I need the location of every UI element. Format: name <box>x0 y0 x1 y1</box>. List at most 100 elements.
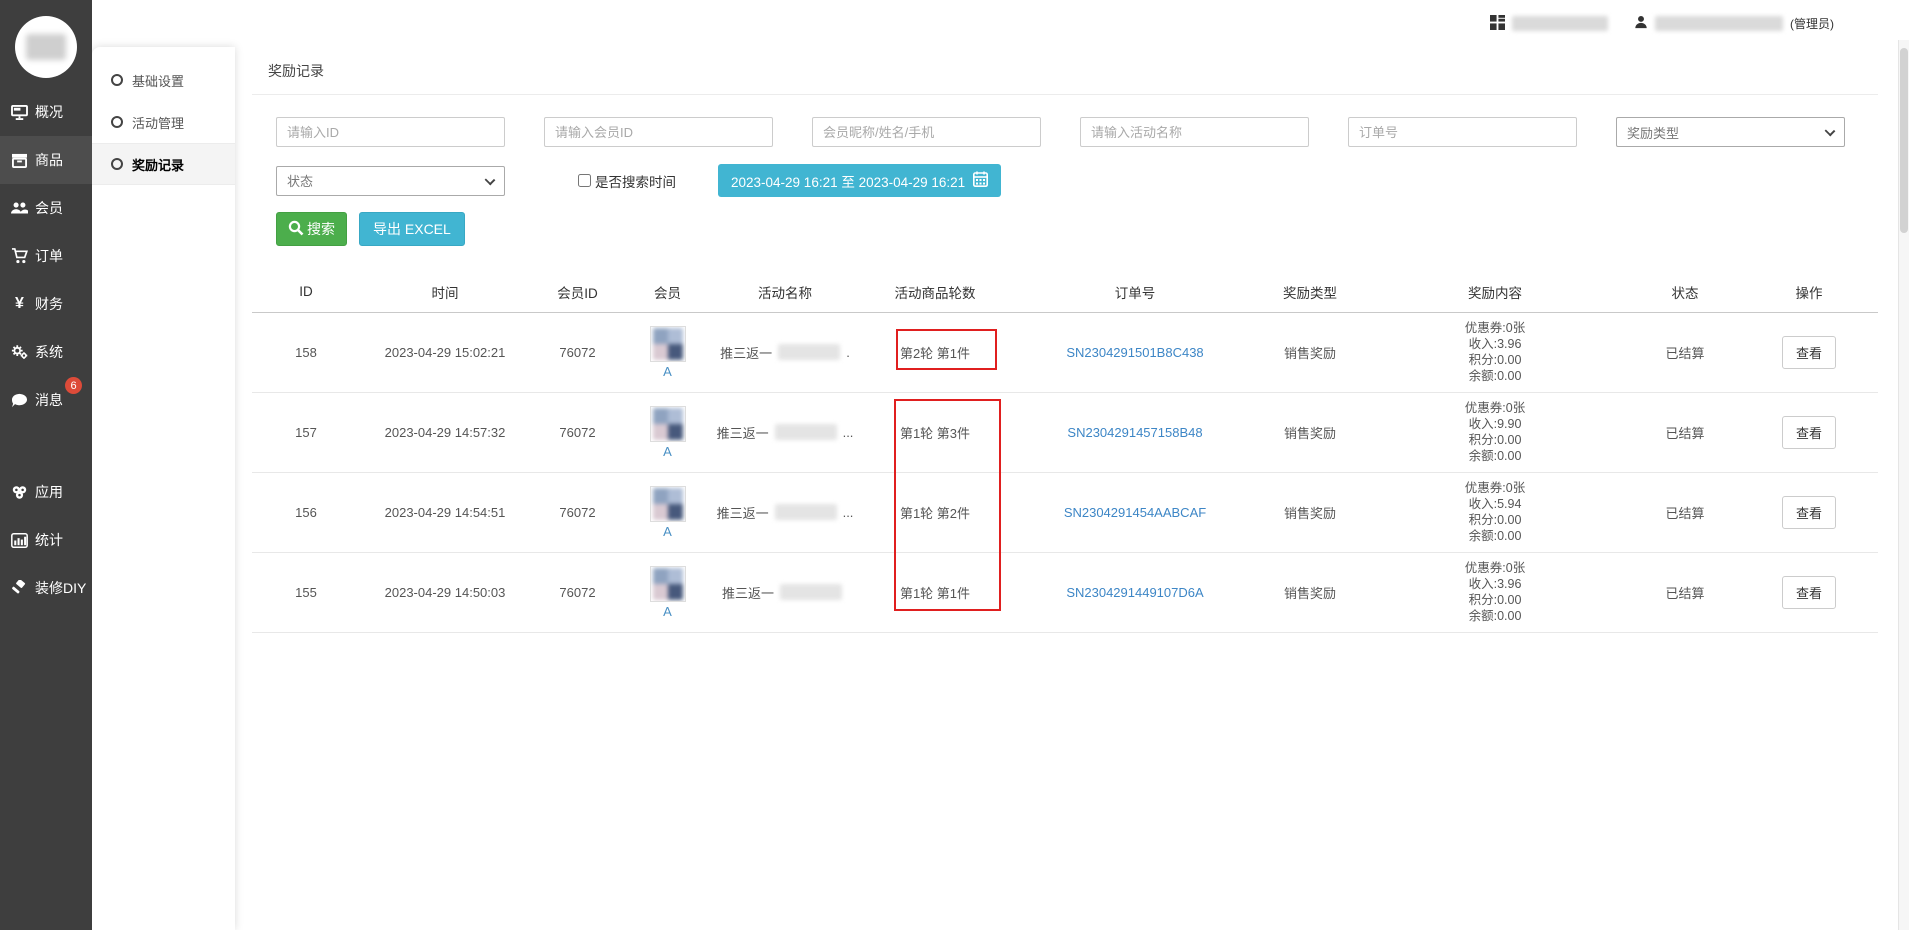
cell-action: 查看 <box>1740 552 1878 632</box>
date-range-text: 2023-04-29 16:21 至 2023-04-29 16:21 <box>731 171 965 191</box>
cell-round: 第1轮 第3件 <box>860 392 1010 472</box>
reward-line: 优惠券:0张 <box>1360 400 1630 416</box>
redacted-avatar-content <box>26 34 66 60</box>
cell-time: 2023-04-29 14:57:32 <box>360 392 530 472</box>
reward-line: 收入:5.94 <box>1360 496 1630 512</box>
view-button[interactable]: 查看 <box>1782 336 1836 369</box>
reward-line: 余额:0.00 <box>1360 368 1630 384</box>
page-scrollbar[interactable] <box>1898 40 1909 930</box>
sidebar-item-6[interactable]: 系统 <box>0 328 92 376</box>
status-select[interactable]: 状态 <box>276 166 505 196</box>
submenu-nav: 基础设置活动管理奖励记录 <box>92 59 235 185</box>
status-select-value: 状态 <box>287 171 313 190</box>
activity-name-suffix: ... <box>843 505 854 520</box>
round-piece-text: 第2轮 第1件 <box>900 346 970 361</box>
redacted-activity-name <box>780 584 842 600</box>
system-icon <box>11 344 28 361</box>
cell-id: 156 <box>252 472 360 552</box>
reward-content-lines: 优惠券:0张收入:5.94积分:0.00余额:0.00 <box>1360 480 1630 544</box>
member-avatar <box>650 566 686 602</box>
order-number-link[interactable]: SN2304291449107D6A <box>1066 585 1203 600</box>
member-level-label: A <box>625 444 710 459</box>
column-header: 活动商品轮数 <box>860 272 1010 312</box>
filter-input-2[interactable] <box>544 117 773 147</box>
order-number-link[interactable]: SN2304291457158B48 <box>1067 425 1202 440</box>
topbar: (管理员) <box>92 0 1909 47</box>
view-button[interactable]: 查看 <box>1782 416 1836 449</box>
sidebar-item-label: 消息 <box>35 390 63 410</box>
export-excel-button[interactable]: 导出 EXCEL <box>359 212 465 246</box>
records-table: ID时间会员ID会员活动名称活动商品轮数订单号奖励类型奖励内容状态操作 1582… <box>252 272 1878 633</box>
sidebar-item-8[interactable]: 应用 <box>0 468 92 516</box>
filter-input-4[interactable] <box>1080 117 1309 147</box>
table-row: 1552023-04-29 14:50:0376072A推三返一第1轮 第1件S… <box>252 552 1878 632</box>
view-button[interactable]: 查看 <box>1782 496 1836 529</box>
column-header: 活动名称 <box>710 272 860 312</box>
account-menu[interactable]: (管理员) <box>1634 15 1834 32</box>
reward-line: 优惠券:0张 <box>1360 320 1630 336</box>
sidebar-item-1[interactable]: 概况 <box>0 88 92 136</box>
search-button[interactable]: 搜索 <box>276 212 347 246</box>
sidebar-item-2[interactable]: 商品 <box>0 136 92 184</box>
cell-round: 第1轮 第1件 <box>860 552 1010 632</box>
sidebar-item-label: 订单 <box>35 246 63 266</box>
member-level-label: A <box>625 604 710 619</box>
sidebar-item-10[interactable]: 装修DIY <box>0 564 92 612</box>
cell-reward-content: 优惠券:0张收入:5.94积分:0.00余额:0.00 <box>1360 472 1630 552</box>
submenu-item-3[interactable]: 奖励记录 <box>92 143 235 185</box>
chevron-down-icon <box>485 174 496 185</box>
orders-icon <box>11 248 28 265</box>
order-number-link[interactable]: SN2304291501B8C438 <box>1066 345 1203 360</box>
cell-order: SN2304291457158B48 <box>1010 392 1260 472</box>
cell-member: A <box>625 392 710 472</box>
order-number-link[interactable]: SN2304291454AABCAF <box>1064 505 1206 520</box>
table-header-row: ID时间会员ID会员活动名称活动商品轮数订单号奖励类型奖励内容状态操作 <box>252 272 1878 312</box>
reward-type-select[interactable]: 奖励类型 <box>1616 117 1845 147</box>
message-count-badge: 6 <box>65 377 82 394</box>
submenu-item-2[interactable]: 活动管理 <box>92 101 235 143</box>
cell-reward-type: 销售奖励 <box>1260 552 1360 632</box>
sidebar-item-7[interactable]: 消息6 <box>0 376 92 424</box>
sidebar-item-4[interactable]: 订单 <box>0 232 92 280</box>
table-row: 1582023-04-29 15:02:2176072A推三返一.第2轮 第1件… <box>252 312 1878 392</box>
view-button[interactable]: 查看 <box>1782 576 1836 609</box>
member-level-label: A <box>625 364 710 379</box>
store-avatar[interactable] <box>0 0 92 88</box>
redacted-avatar-image <box>653 568 683 600</box>
scrollbar-thumb[interactable] <box>1900 48 1908 233</box>
column-header: 订单号 <box>1010 272 1260 312</box>
calendar-icon <box>973 171 988 190</box>
filter-input-3[interactable] <box>812 117 1041 147</box>
cell-member: A <box>625 472 710 552</box>
sidebar-item-5[interactable]: ¥财务 <box>0 280 92 328</box>
reward-line: 优惠券:0张 <box>1360 480 1630 496</box>
filter-input-1[interactable] <box>276 117 505 147</box>
search-time-checkbox[interactable] <box>578 174 591 187</box>
column-header: 时间 <box>360 272 530 312</box>
redacted-activity-name <box>775 424 837 440</box>
column-header: 状态 <box>1630 272 1740 312</box>
stats-icon <box>11 532 28 549</box>
search-button-label: 搜索 <box>307 219 335 239</box>
filter-row-3: 搜索 导出 EXCEL <box>276 212 1846 246</box>
cell-activity: 推三返一 <box>710 552 860 632</box>
store-switcher[interactable] <box>1490 15 1608 33</box>
radio-circle-icon <box>111 74 123 86</box>
cell-time: 2023-04-29 15:02:21 <box>360 312 530 392</box>
sidebar-item-3[interactable]: 会员 <box>0 184 92 232</box>
sidebar-item-9[interactable]: 统计 <box>0 516 92 564</box>
search-time-checkbox-label: 是否搜索时间 <box>595 171 676 191</box>
sidebar-item-label: 装修DIY <box>35 578 86 598</box>
activity-name-suffix: ... <box>843 425 854 440</box>
reward-line: 余额:0.00 <box>1360 608 1630 624</box>
submenu-item-1[interactable]: 基础设置 <box>92 59 235 101</box>
sidebar-item-label: 概况 <box>35 102 63 122</box>
column-header: 会员 <box>625 272 710 312</box>
cell-activity: 推三返一... <box>710 392 860 472</box>
main-sidebar: 概况商品会员订单¥财务系统消息6应用统计装修DIY <box>0 0 92 930</box>
filter-input-5[interactable] <box>1348 117 1577 147</box>
cell-id: 157 <box>252 392 360 472</box>
date-range-button[interactable]: 2023-04-29 16:21 至 2023-04-29 16:21 <box>718 164 1001 197</box>
user-icon <box>1634 15 1648 32</box>
submenu-item-label: 奖励记录 <box>132 155 184 174</box>
